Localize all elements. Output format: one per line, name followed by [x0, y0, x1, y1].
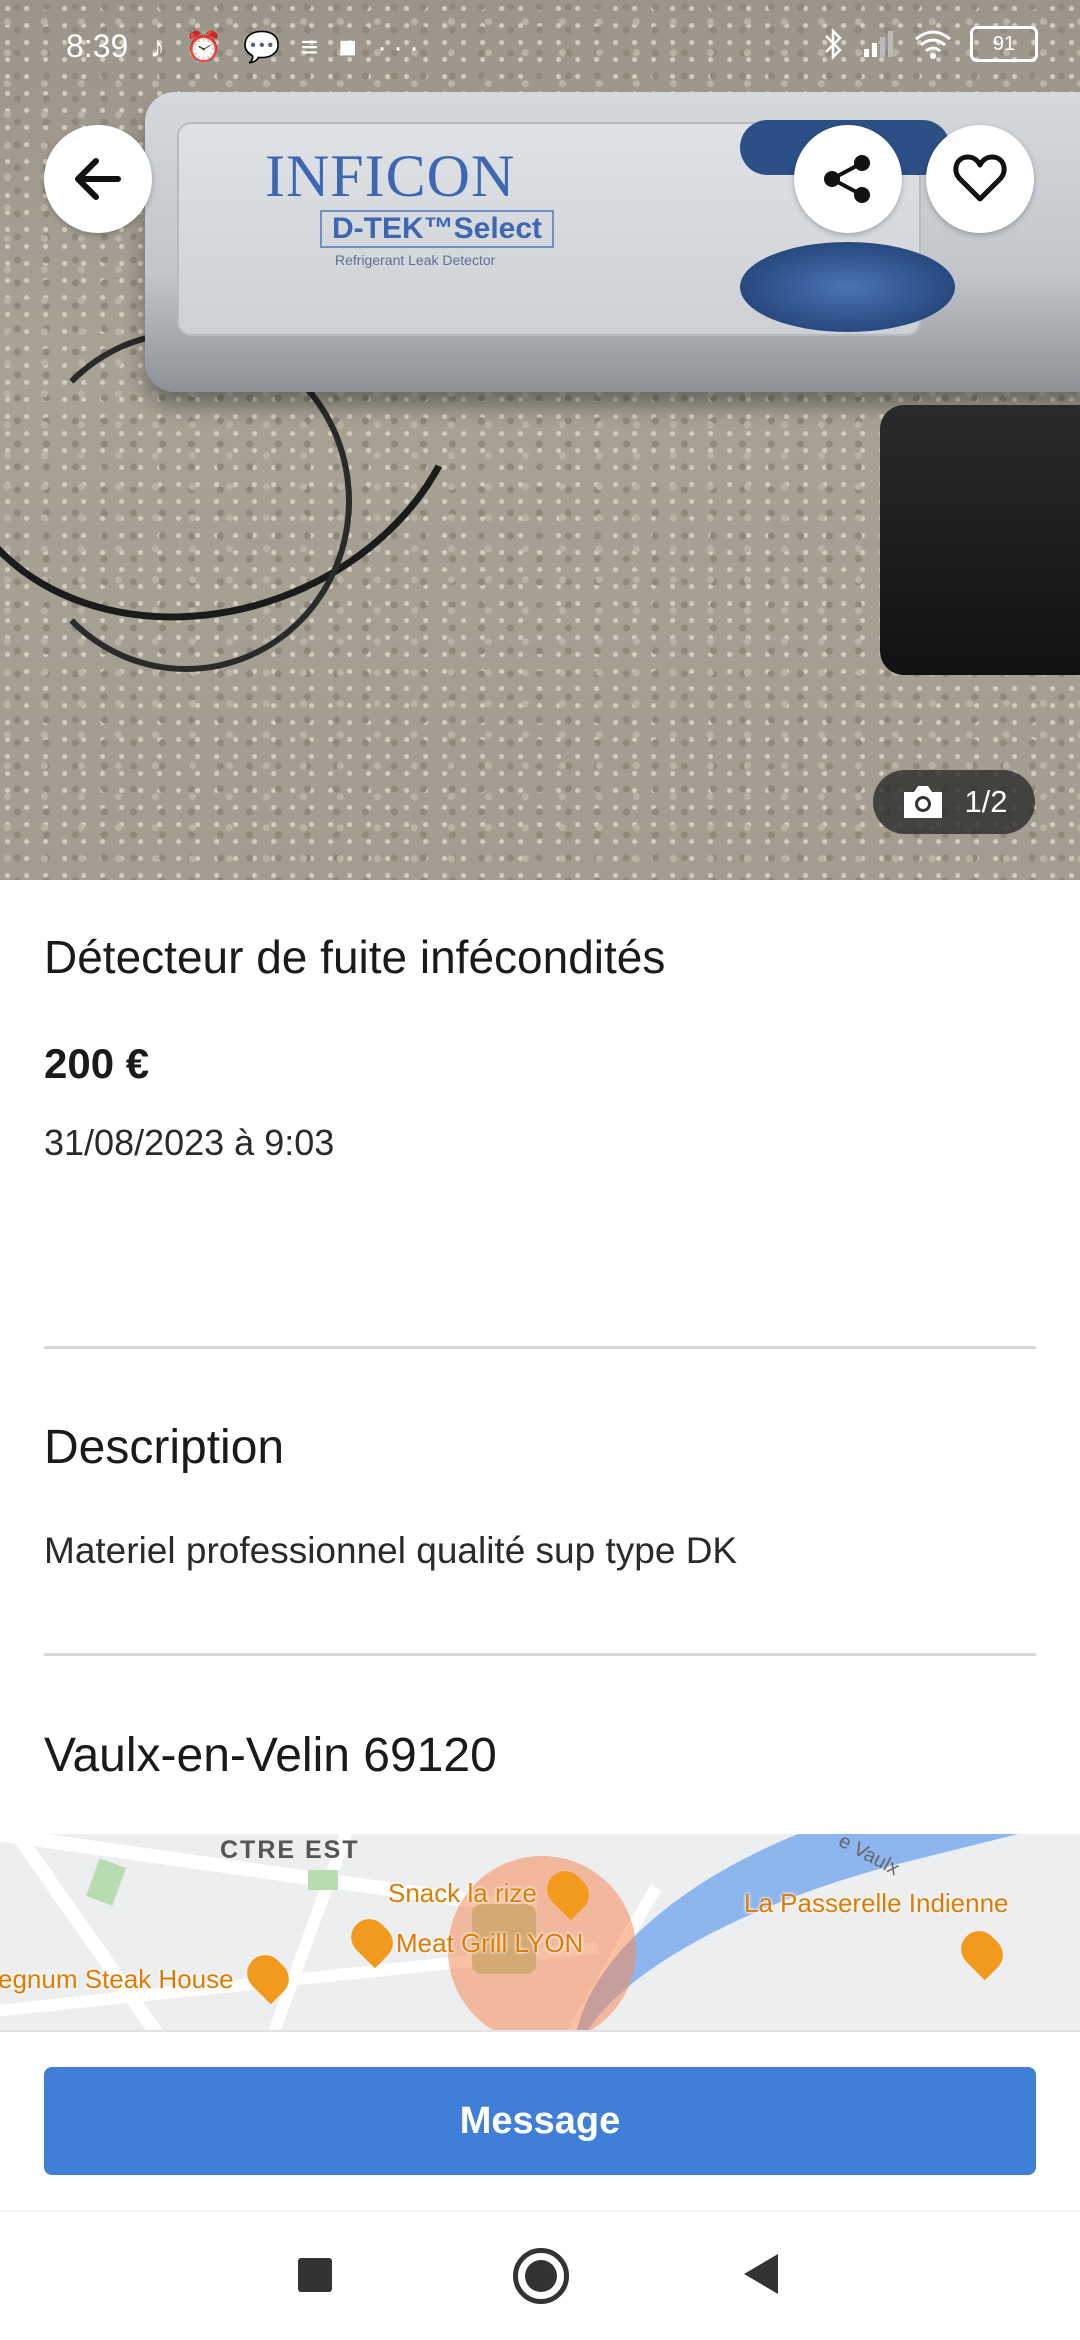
location-title: Vaulx-en-Velin 69120	[44, 1729, 497, 1782]
listing-title: Détecteur de fuite infécondités	[44, 931, 666, 983]
favorite-button[interactable]	[926, 125, 1034, 233]
message-button[interactable]: Message	[44, 2067, 1036, 2175]
device-model: D-TEK™Select	[320, 210, 555, 248]
map-park	[86, 1858, 126, 1906]
listing-date: 31/08/2023 à 9:03	[44, 1122, 335, 1163]
share-button[interactable]	[794, 125, 902, 233]
share-icon	[824, 155, 870, 203]
device-brand: INFICON	[265, 143, 516, 209]
restaurant-pin-icon	[343, 1911, 401, 1969]
camera-icon	[904, 786, 943, 818]
listing-price: 200 €	[44, 1040, 150, 1087]
signal-icon	[864, 31, 893, 57]
photo-counter[interactable]: 1/2	[873, 770, 1035, 834]
status-notification-icons: ♪ ⏰ 💬 ≡ ■ ···	[150, 31, 425, 64]
map-park	[308, 1870, 338, 1890]
arrow-left-icon	[75, 158, 121, 200]
device-subtitle: Refrigerant Leak Detector	[335, 252, 496, 268]
back-button[interactable]	[44, 125, 152, 233]
map-label-snack: Snack la rize	[388, 1878, 537, 1908]
description-text: Materiel professionnel qualité sup type …	[44, 1530, 738, 1571]
heart-icon	[953, 154, 1007, 202]
map-label-steak-house: egnum Steak House	[0, 1964, 234, 1994]
description-heading: Description	[44, 1421, 285, 1474]
device-image: INFICON D-TEK™Select Refrigerant Leak De…	[145, 92, 1080, 392]
bluetooth-icon	[825, 28, 842, 60]
home-dot	[525, 2260, 557, 2292]
charger	[880, 405, 1080, 675]
device-button	[740, 242, 955, 332]
wifi-icon	[915, 30, 951, 59]
map-label-ctre-est: CTRE EST	[220, 1836, 360, 1864]
status-time: 8:39	[66, 28, 129, 64]
photo-counter-text: 1/2	[964, 784, 1008, 819]
map-label-passerelle: La Passerelle Indienne	[744, 1888, 1009, 1918]
square-icon[interactable]	[298, 2258, 332, 2292]
listing-photo[interactable]: INFICON D-TEK™Select Refrigerant Leak De…	[0, 0, 1080, 880]
status-right: 91	[822, 26, 1038, 62]
map-label-meat-grill: Meat Grill LYON	[396, 1928, 584, 1958]
divider	[44, 1653, 1036, 1656]
circle-icon[interactable]	[513, 2248, 569, 2304]
battery-icon: 91	[970, 26, 1038, 62]
divider	[44, 1346, 1036, 1349]
location-map[interactable]: CTRE EST Snack la rize Meat Grill LYON e…	[0, 1834, 1080, 2030]
triangle-back-icon[interactable]	[744, 2254, 778, 2294]
nav-divider	[0, 2210, 1080, 2212]
